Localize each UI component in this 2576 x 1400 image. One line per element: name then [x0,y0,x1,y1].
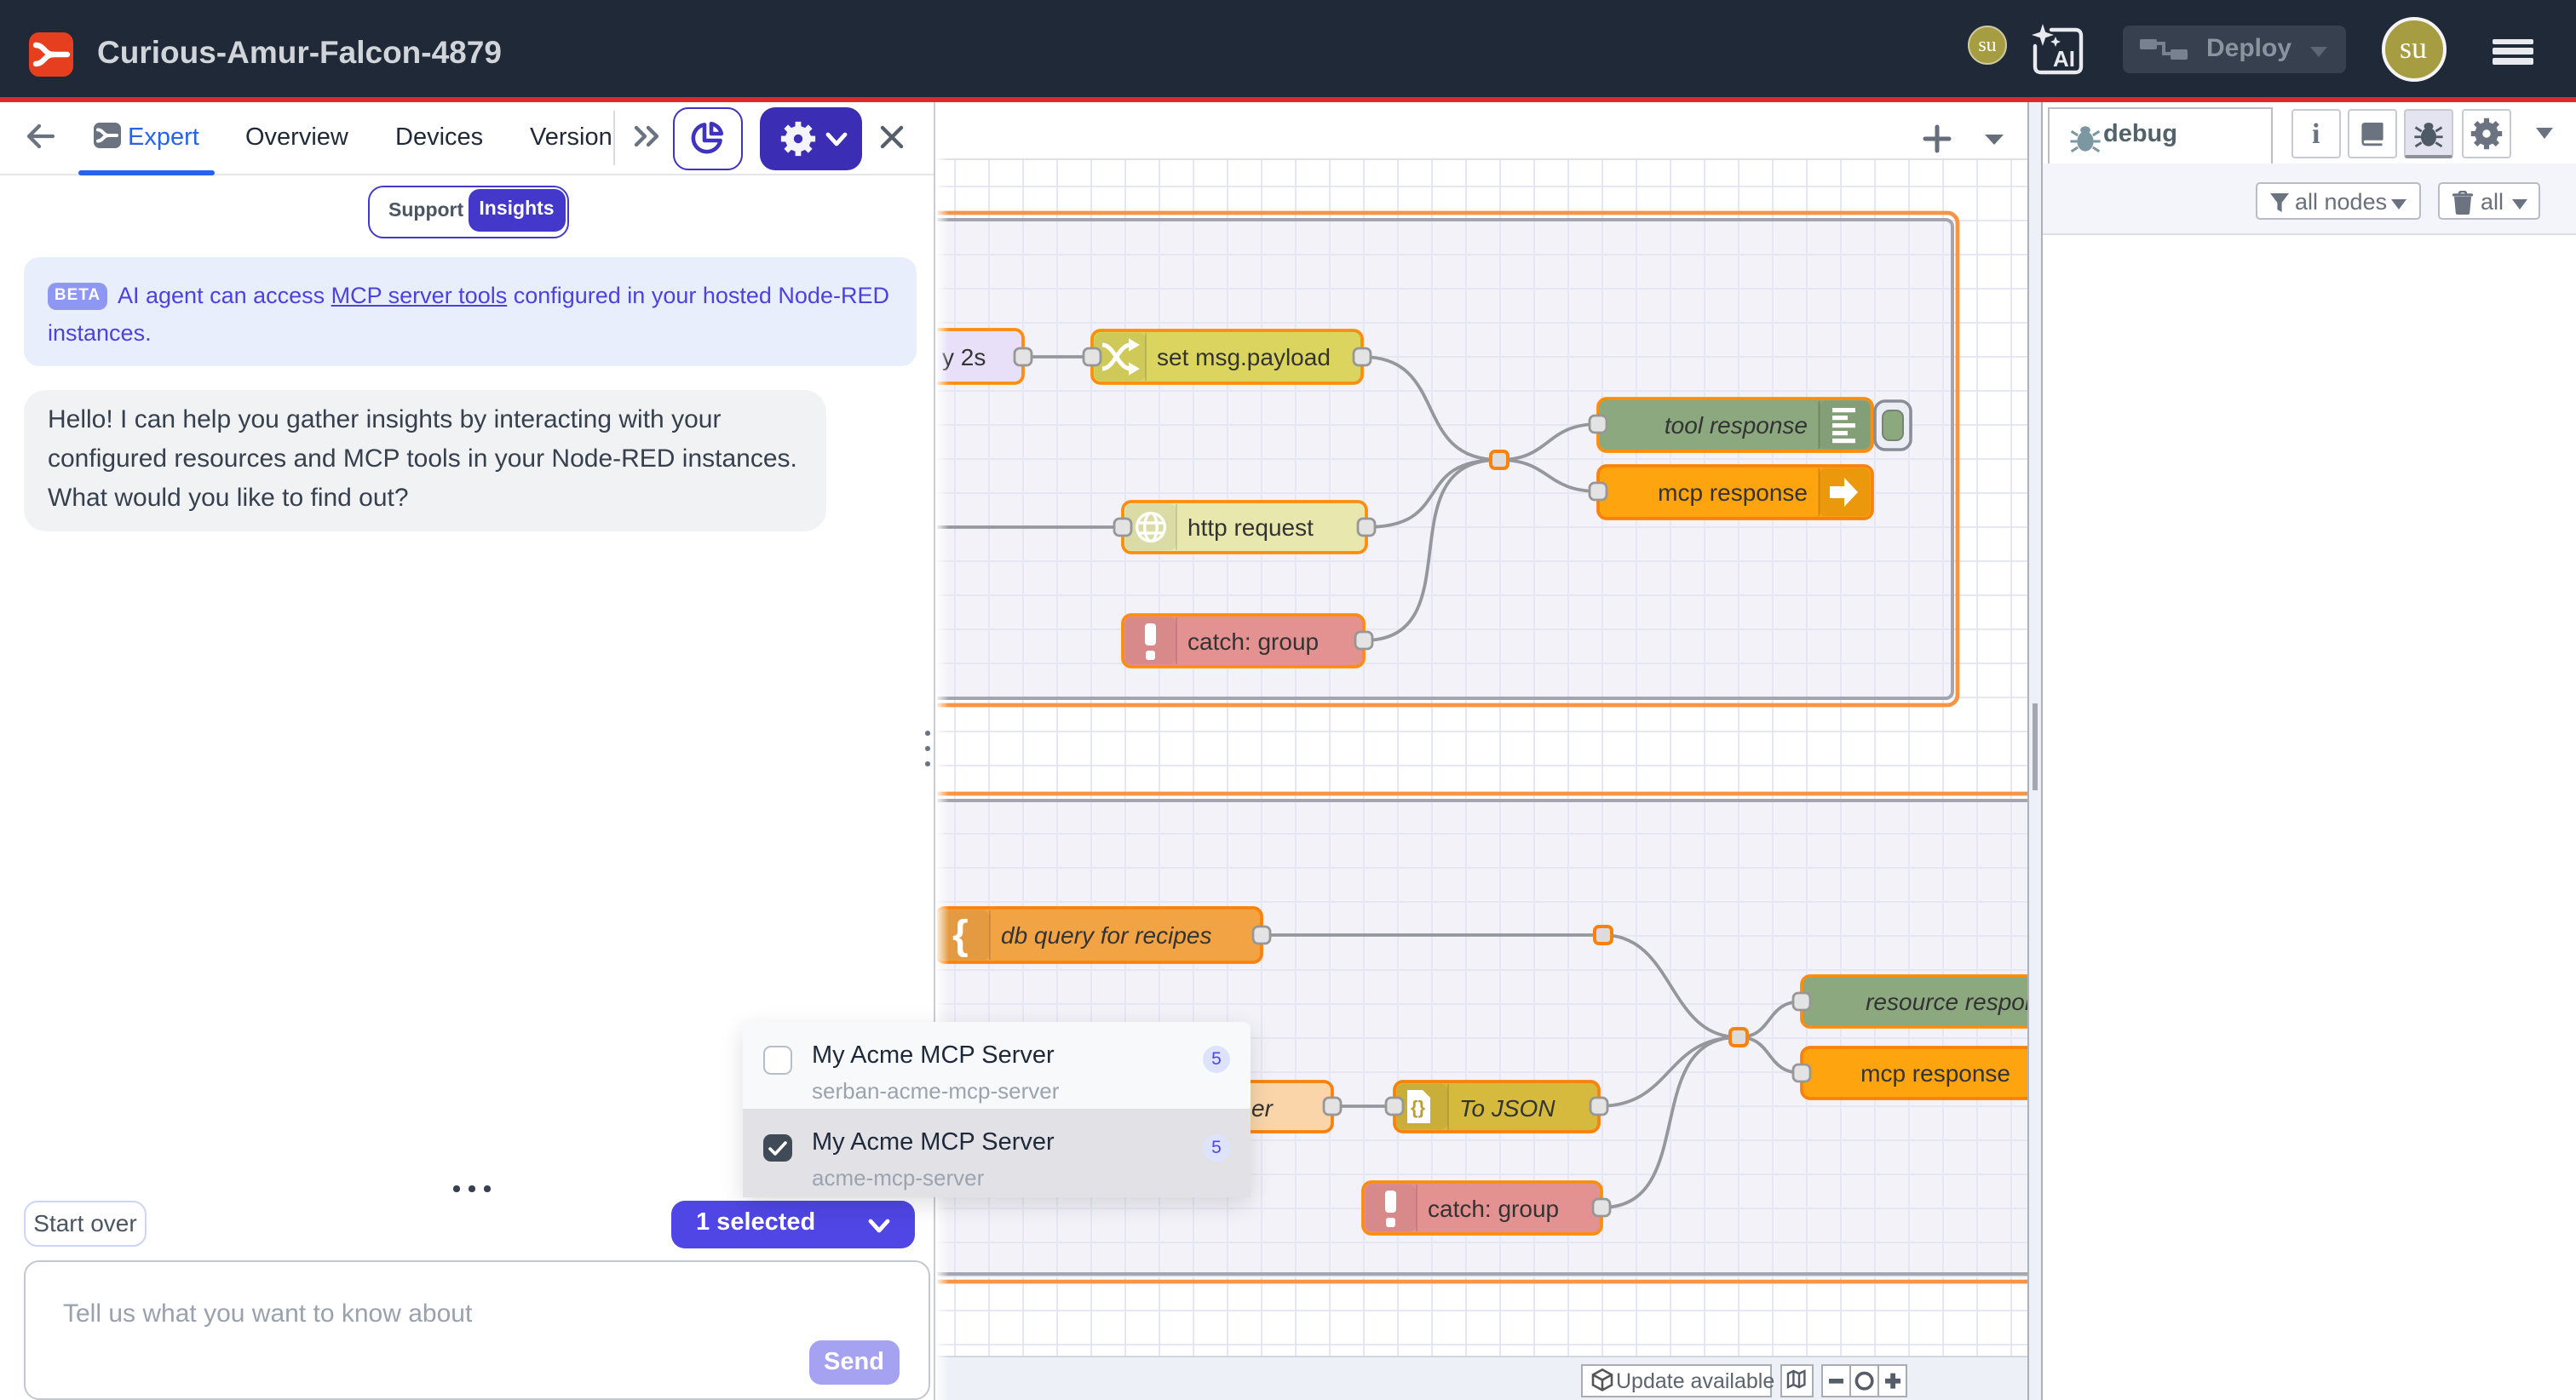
svg-text:set msg.payload: set msg.payload [1157,344,1331,370]
svg-text:{}: {} [1411,1097,1426,1118]
svg-text:db query for recipes: db query for recipes [1001,922,1211,949]
svg-text:resource response: resource response [1866,989,2027,1015]
svg-text:mcp response: mcp response [1860,1060,2010,1087]
svg-text:{: { [952,913,969,958]
svg-text:http request: http request [1187,514,1314,541]
svg-text:AI: AI [2053,46,2075,72]
svg-text:Update available: Update available [1616,1369,1774,1393]
svg-text:y 2s: y 2s [942,344,986,370]
svg-text:catch: group: catch: group [1428,1196,1559,1222]
svg-text:er: er [1251,1095,1274,1122]
svg-text:mcp response: mcp response [1658,479,1808,506]
svg-text:tool response: tool response [1665,412,1808,439]
svg-text:To JSON: To JSON [1459,1095,1555,1122]
svg-text:catch: group: catch: group [1187,628,1319,655]
